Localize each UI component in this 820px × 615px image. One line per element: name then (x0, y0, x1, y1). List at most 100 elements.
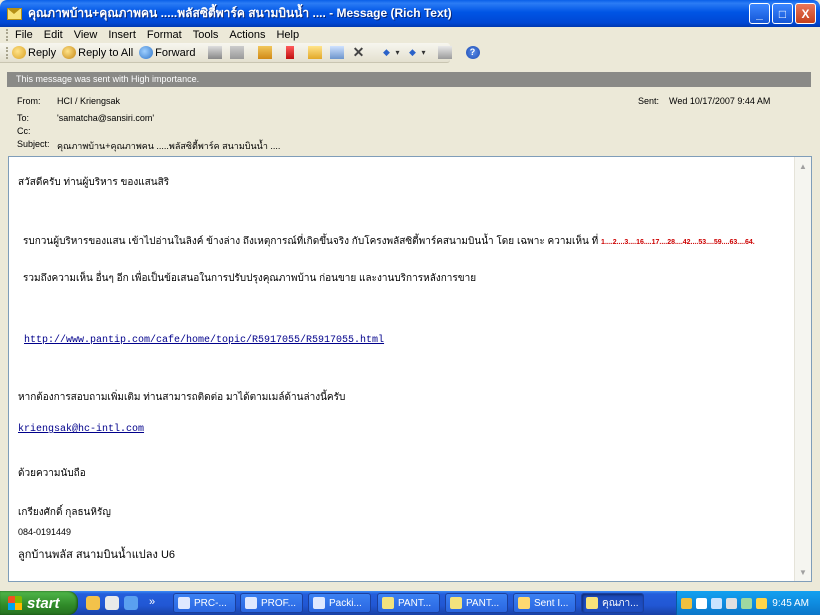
toolbar-grip[interactable] (6, 29, 11, 41)
tray-app-icon[interactable] (696, 597, 707, 609)
maximize-button[interactable]: □ (772, 3, 793, 24)
follow-up-flag-button[interactable] (285, 46, 296, 59)
taskbar-item-label: Packi... (329, 597, 362, 609)
word-doc-icon (178, 597, 190, 609)
start-button[interactable]: start (0, 591, 78, 615)
sender-phone: 084-0191449 (18, 527, 72, 537)
reply-button[interactable]: Reply (12, 46, 56, 59)
taskbar-item[interactable]: Sent I... (513, 593, 576, 613)
tray-app-icon[interactable] (756, 597, 767, 609)
scroll-down-icon[interactable]: ▼ (796, 565, 810, 579)
categorize-button[interactable] (257, 46, 274, 59)
body-paragraph-1: รบกวนผู้บริหารของแสน เข้าไปอ่านในลิงค์ ข… (23, 234, 755, 249)
show-desktop-icon[interactable] (124, 596, 138, 610)
window-title: คุณภาพบ้าน+คุณภาพคน .....พลัสซิตี้พาร์ค … (28, 6, 452, 20)
address-book-button[interactable] (437, 46, 454, 59)
taskbar-item[interactable]: PRC-... (173, 593, 236, 613)
contact-text: หากต้องการสอบถามเพิ่มเติม ท่านสามารถติดต… (18, 392, 346, 403)
cc-label: Cc: (17, 126, 31, 136)
menu-edit[interactable]: Edit (44, 29, 63, 41)
print-icon (207, 46, 222, 59)
move-icon (229, 46, 244, 59)
menu-view[interactable]: View (74, 29, 98, 41)
taskbar-item-label: คุณภา... (602, 597, 639, 609)
reply-label: Reply (28, 46, 57, 59)
greeting-text: สวัสดีครับ ท่านผู้บริหาร ของแสนสิริ (18, 177, 170, 188)
to-label: To: (17, 113, 30, 123)
tray-app-icon[interactable] (726, 597, 737, 609)
menu-bar: File Edit View Insert Format Tools Actio… (0, 27, 820, 43)
print-button[interactable] (207, 46, 224, 59)
overflow-chevron[interactable]: » (149, 596, 155, 610)
next-item-icon: ◆ (409, 47, 416, 57)
start-label: start (27, 594, 60, 612)
find-button[interactable] (329, 46, 346, 59)
to-value[interactable]: 'samatcha@sansiri.com' (57, 113, 154, 123)
toolbar-grip[interactable] (6, 46, 8, 59)
taskbar-item[interactable]: Packi... (308, 593, 371, 613)
from-value[interactable]: HCI / Kriengsak (57, 96, 120, 106)
outlook-icon (518, 597, 530, 609)
quick-launch: » (86, 596, 155, 610)
menu-insert[interactable]: Insert (108, 29, 136, 41)
taskbar-item-active[interactable]: คุณภา... (581, 593, 644, 613)
scroll-up-icon[interactable]: ▲ (796, 159, 810, 173)
menu-format[interactable]: Format (147, 29, 182, 41)
delete-icon: ✕ (352, 44, 365, 60)
message-body[interactable]: สวัสดีครับ ท่านผู้บริหาร ของแสนสิริ รบกว… (8, 156, 812, 582)
menu-help[interactable]: Help (276, 29, 299, 41)
title-bar: คุณภาพบ้าน+คุณภาพคน .....พลัสซิตี้พาร์ค … (0, 0, 820, 27)
next-item-button[interactable]: ◆ ▾ (406, 46, 425, 59)
taskbar-item-label: Sent I... (534, 597, 569, 609)
outlook-icon[interactable] (105, 596, 119, 610)
window-controls: _ □ X (749, 3, 816, 24)
previous-item-icon: ◆ (383, 47, 390, 57)
request-text: รบกวนผู้บริหารของแสน เข้าไปอ่านในลิงค์ ข… (23, 236, 602, 247)
taskbar-item[interactable]: PANT... (377, 593, 440, 613)
delete-button[interactable]: ✕ (352, 44, 368, 60)
taskbar-item-label: PROF... (261, 597, 297, 609)
help-icon: ? (465, 46, 480, 59)
taskbar-item-label: PRC-... (194, 597, 227, 609)
previous-item-button[interactable]: ◆ ▾ (380, 46, 400, 59)
menu-tools[interactable]: Tools (193, 29, 219, 41)
tray-app-icon[interactable] (741, 597, 752, 609)
reply-all-label: Reply to All (78, 46, 134, 59)
help-button[interactable]: ? (465, 46, 482, 59)
comment-numbers: 1....2....3....16....17....28....42....5… (601, 239, 755, 246)
reply-all-button[interactable]: Reply to All (62, 46, 133, 59)
move-button[interactable] (229, 46, 246, 59)
taskbar-item[interactable]: PANT... (445, 593, 508, 613)
vertical-scrollbar[interactable]: ▲ ▼ (794, 157, 811, 581)
sender-note: ลูกบ้านพลัส สนามบินน้ำแปลง U6 (18, 549, 176, 561)
closing-text: ด้วยความนับถือ (18, 468, 86, 479)
taskbar-item-label: PANT... (398, 597, 432, 609)
menu-actions[interactable]: Actions (229, 29, 265, 41)
ie-icon[interactable] (86, 596, 100, 610)
forward-icon (139, 46, 154, 59)
clock[interactable]: 9:45 AM (772, 598, 809, 609)
find-icon (329, 46, 344, 59)
importance-infobar: This message was sent with High importan… (7, 72, 811, 87)
subject-value: คุณภาพบ้าน+คุณภาพคน .....พลัสซิตี้พาร์ค … (57, 141, 281, 151)
reply-all-icon (62, 46, 77, 59)
close-button[interactable]: X (795, 3, 816, 24)
taskbar-item[interactable]: PROF... (240, 593, 303, 613)
menu-file[interactable]: File (15, 29, 33, 41)
forward-label: Forward (155, 46, 196, 59)
network-icon[interactable] (711, 597, 722, 609)
message-icon (586, 597, 598, 609)
sender-name: เกรียงศักดิ์ กุลธนหิรัญ (18, 507, 111, 518)
minimize-button[interactable]: _ (749, 3, 770, 24)
chevron-down-icon: ▾ (395, 48, 400, 57)
email-link[interactable]: kriengsak@hc-intl.com (18, 424, 144, 435)
forward-button[interactable]: Forward (139, 46, 196, 59)
tray-app-icon[interactable] (681, 597, 692, 609)
from-label: From: (17, 96, 41, 106)
move-to-folder-button[interactable] (307, 46, 324, 59)
browser-icon (382, 597, 394, 609)
address-book-icon (437, 46, 452, 59)
folder-icon (307, 46, 322, 59)
message-icon (7, 7, 22, 20)
pantip-link[interactable]: http://www.pantip.com/cafe/home/topic/R5… (24, 335, 384, 346)
